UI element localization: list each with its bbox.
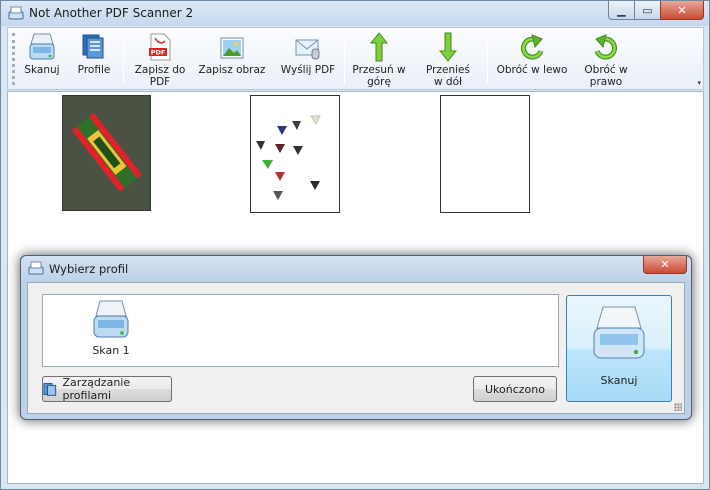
rotate-left-label: Obróć w lewo: [496, 64, 568, 76]
toolbar-overflow-icon[interactable]: ▾: [697, 79, 701, 87]
app-icon: [8, 6, 24, 20]
maximize-icon: ▭: [642, 3, 653, 17]
page-thumbnail[interactable]: [62, 95, 151, 211]
profile-list[interactable]: Skan 1: [42, 294, 559, 367]
scanner-icon: [93, 300, 129, 338]
scan-button[interactable]: Skanuj: [22, 30, 62, 88]
page-thumbnail[interactable]: [250, 95, 340, 213]
move-up-label: Przesuń w górę: [352, 64, 406, 88]
svg-text:PDF: PDF: [151, 49, 166, 57]
arrow-down-icon: [439, 32, 457, 62]
toolbar: Skanuj Profile PDF Zapisz do PDF Zapisz …: [7, 27, 704, 90]
toolbar-separator: [123, 34, 124, 84]
send-pdf-label: Wyślij PDF: [280, 64, 336, 76]
save-image-button[interactable]: Zapisz obraz: [198, 30, 266, 88]
done-button[interactable]: Ukończono: [473, 376, 557, 402]
rotate-left-icon: [521, 34, 544, 60]
profiles-label: Profile: [77, 64, 111, 76]
move-down-label: Przenieś w dół: [426, 64, 470, 88]
scanned-package-image: [63, 96, 150, 210]
move-down-button[interactable]: Przenieś w dół: [416, 30, 480, 88]
resize-grip[interactable]: [674, 403, 682, 411]
title-bar: Not Another PDF Scanner 2 ▁ ▭ ✕: [1, 1, 709, 26]
toolbar-grip[interactable]: [12, 33, 15, 85]
dialog-scan-button[interactable]: Skanuj: [566, 295, 672, 402]
scanner-icon: [593, 306, 645, 359]
rotate-left-button[interactable]: Obróć w lewo: [494, 30, 570, 88]
toolbar-separator: [344, 34, 345, 84]
move-up-button[interactable]: Przesuń w górę: [348, 30, 410, 88]
dialog-scan-label: Skanuj: [600, 374, 638, 387]
email-icon: [295, 39, 320, 60]
select-profile-dialog: Wybierz profil ✕ Skan 1 Zarządzanie prof…: [20, 255, 692, 420]
send-pdf-button[interactable]: Wyślij PDF: [276, 30, 340, 88]
profile-item[interactable]: Skan 1: [81, 299, 141, 361]
profiles-button[interactable]: Profile: [72, 30, 116, 88]
close-button[interactable]: ✕: [660, 1, 704, 20]
minimize-button[interactable]: ▁: [608, 1, 634, 20]
profile-label: Skan 1: [92, 344, 130, 357]
scanner-icon: [29, 33, 55, 60]
toolbar-separator: [487, 34, 488, 84]
rotate-right-button[interactable]: Obróć w prawo: [576, 30, 636, 88]
rotate-right-label: Obróć w prawo: [584, 64, 628, 88]
window-title: Not Another PDF Scanner 2: [29, 6, 194, 20]
image-icon: [220, 37, 244, 59]
save-image-label: Zapisz obraz: [198, 64, 266, 76]
manage-profiles-button[interactable]: Zarządzanie profilami: [42, 376, 172, 402]
minimize-icon: ▁: [617, 3, 626, 17]
page-thumbnail-blank[interactable]: [440, 95, 530, 213]
dialog-body: Skan 1 Zarządzanie profilami Ukończono S…: [27, 282, 685, 414]
close-icon: ✕: [660, 258, 670, 271]
manage-profiles-label: Zarządzanie profilami: [62, 376, 131, 402]
save-pdf-label: Zapisz do PDF: [134, 64, 186, 88]
close-icon: ✕: [677, 3, 687, 17]
dialog-scanner-icon: [28, 261, 44, 275]
pdf-icon: PDF: [149, 33, 171, 61]
save-pdf-button[interactable]: PDF Zapisz do PDF: [128, 30, 192, 88]
arrow-up-icon: [370, 32, 388, 62]
profiles-icon: [82, 34, 104, 59]
scan-label: Skanuj: [24, 64, 60, 76]
dialog-title: Wybierz profil: [49, 262, 129, 276]
done-label: Ukończono: [485, 382, 545, 396]
main-window: Not Another PDF Scanner 2 ▁ ▭ ✕ Skanuj P…: [0, 0, 710, 490]
manage-profiles-icon: [43, 383, 57, 396]
dialog-close-button[interactable]: ✕: [643, 256, 687, 274]
scanned-guitar-picks-image: [251, 96, 339, 212]
rotate-right-icon: [594, 34, 617, 60]
dialog-title-bar: Wybierz profil ✕: [21, 256, 691, 281]
maximize-button[interactable]: ▭: [634, 1, 660, 20]
